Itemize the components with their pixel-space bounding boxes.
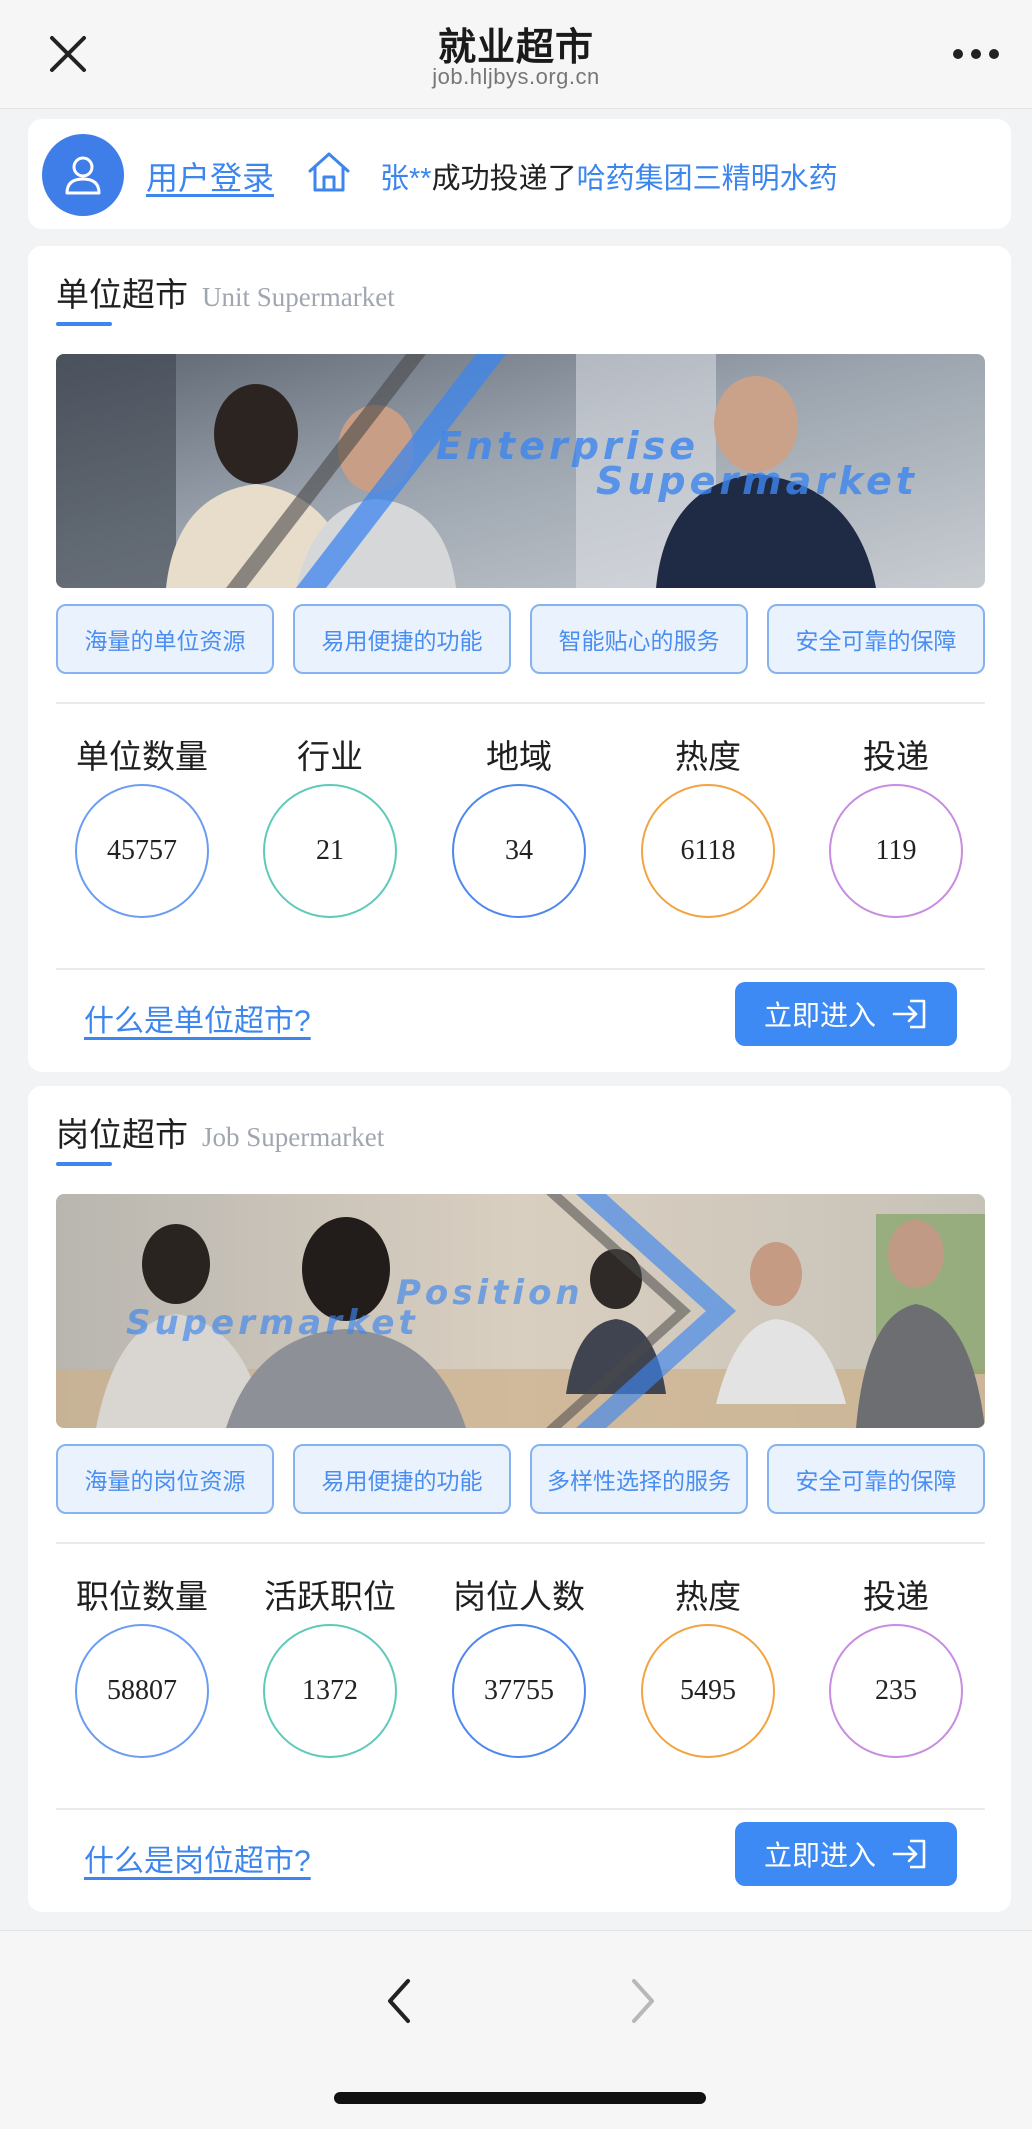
user-icon [65,156,101,195]
stat-value: 235 [829,1624,963,1758]
job-supermarket-section: 岗位超市 Job Supermarket Position Supermarke… [28,1086,1011,1912]
stat-heat: 热度 5495 [628,1574,788,1758]
stat-unit-count: 单位数量 45757 [62,734,222,918]
stat-label: 行业 [297,738,363,775]
feature-tag[interactable]: 安全可靠的保障 [767,1444,985,1514]
section-title-en: Unit Supermarket [202,282,395,312]
feature-tag[interactable]: 易用便捷的功能 [293,604,511,674]
enter-job-button[interactable]: 立即进入 [735,1822,957,1886]
stat-active-positions: 活跃职位 1372 [250,1574,410,1758]
section-title-en: Job Supermarket [202,1122,385,1152]
section-title: 岗位超市 Job Supermarket [56,1108,384,1156]
home-button[interactable] [306,149,352,195]
stat-delivery: 投递 235 [816,1574,976,1758]
enter-label: 立即进入 [763,1000,876,1031]
more-icon [953,49,999,59]
stat-value: 37755 [452,1624,586,1758]
feature-row: 海量的岗位资源 易用便捷的功能 多样性选择的服务 安全可靠的保障 [56,1444,985,1516]
feature-tag[interactable]: 海量的岗位资源 [56,1444,274,1514]
delivery-ticker: 张**成功投递了哈药集团三精明水药 [380,155,838,197]
stat-label: 投递 [863,738,929,775]
stat-label: 职位数量 [76,1578,208,1615]
chevron-right-icon [632,1979,654,2023]
job-banner-image: Position Supermarket [56,1194,985,1428]
stat-value: 6118 [641,784,775,918]
back-button[interactable] [374,1971,424,2031]
section-title: 单位超市 Unit Supermarket [56,268,395,316]
chevron-left-icon [388,1979,410,2023]
enter-label: 立即进入 [763,1840,876,1871]
stat-value: 119 [829,784,963,918]
feature-tag[interactable]: 智能贴心的服务 [530,604,748,674]
section-title-cn: 岗位超市 [56,1116,188,1153]
stat-value: 21 [263,784,397,918]
feature-tag[interactable]: 易用便捷的功能 [293,1444,511,1514]
top-nav-bar: 就业超市 job.hljbys.org.cn [0,0,1032,109]
stat-label: 活跃职位 [264,1578,396,1615]
home-indicator [334,2092,706,2104]
feature-tag[interactable]: 多样性选择的服务 [530,1444,748,1514]
stat-industry: 行业 21 [250,734,410,918]
divider [56,702,985,704]
title-underline [56,322,112,326]
avatar[interactable] [42,134,124,216]
stat-label: 热度 [675,1578,741,1615]
what-is-job-link[interactable]: 什么是岗位超市? [84,1836,311,1880]
stat-label: 岗位人数 [453,1578,585,1615]
stat-heat: 热度 6118 [628,734,788,918]
ticker-company[interactable]: 哈药集团三精明水药 [577,163,838,195]
unit-banner-image: Enterprise Supermarket [56,354,985,588]
stat-position-count: 职位数量 58807 [62,1574,222,1758]
unit-supermarket-section: 单位超市Unit Supermarket Enterprise Superma [28,246,1011,1072]
title-underline [56,1162,112,1166]
stat-label: 单位数量 [76,738,208,775]
section-title-cn: 单位超市 [56,276,188,313]
page-url: job.hljbys.org.cn [432,64,600,89]
what-is-unit-link[interactable]: 什么是单位超市? [84,996,311,1040]
feature-tag[interactable]: 海量的单位资源 [56,604,274,674]
divider [56,968,985,970]
more-button[interactable] [948,36,1004,72]
stat-region: 地域 34 [439,734,599,918]
ticker-name: 张** [380,163,432,195]
stat-label: 投递 [863,1578,929,1615]
stat-value: 5495 [641,1624,775,1758]
stat-value: 45757 [75,784,209,918]
login-bar: 用户登录 张**成功投递了哈药集团三精明水药 [28,119,1011,229]
stat-delivery: 投递 119 [816,734,976,918]
banner-text-2: Supermarket [596,459,918,503]
user-login-link[interactable]: 用户登录 [146,153,274,199]
forward-button[interactable] [618,1971,668,2031]
banner-text-2: Supermarket [126,1303,419,1343]
feature-row: 海量的单位资源 易用便捷的功能 智能贴心的服务 安全可靠的保障 [56,604,985,676]
stat-value: 1372 [263,1624,397,1758]
banner-text-1: Position [396,1273,584,1313]
feature-tag[interactable]: 安全可靠的保障 [767,604,985,674]
stat-headcount: 岗位人数 37755 [439,1574,599,1758]
stat-value: 58807 [75,1624,209,1758]
exit-arrow-icon [892,999,926,1029]
ticker-action: 成功投递了 [431,163,577,195]
divider [56,1542,985,1544]
divider [56,1808,985,1810]
stat-value: 34 [452,784,586,918]
page-title: 就业超市 [437,27,594,69]
home-icon [308,152,350,192]
stat-label: 热度 [675,738,741,775]
exit-arrow-icon [892,1839,926,1869]
stat-label: 地域 [486,738,552,775]
enter-unit-button[interactable]: 立即进入 [735,982,957,1046]
